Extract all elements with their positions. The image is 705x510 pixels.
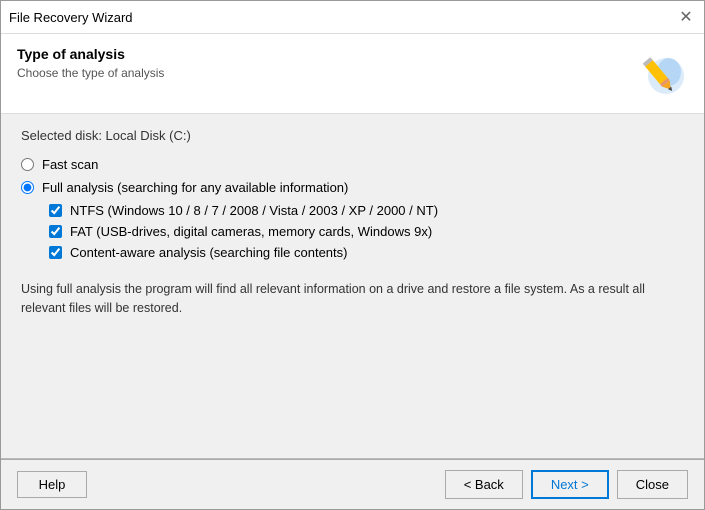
back-button[interactable]: < Back — [445, 470, 523, 499]
checkbox-content-aware[interactable]: Content-aware analysis (searching file c… — [49, 245, 684, 260]
header-title: Type of analysis — [17, 46, 628, 62]
footer-section: Help < Back Next > Close — [1, 459, 704, 509]
fat-checkbox[interactable] — [49, 225, 62, 238]
content-aware-label: Content-aware analysis (searching file c… — [70, 245, 347, 260]
content-area: Selected disk: Local Disk (C:) Fast scan… — [1, 114, 704, 458]
header-subtitle: Choose the type of analysis — [17, 66, 628, 80]
wizard-icon — [628, 46, 688, 101]
fast-scan-radio[interactable] — [21, 158, 34, 171]
full-analysis-radio[interactable] — [21, 181, 34, 194]
help-button[interactable]: Help — [17, 471, 87, 498]
window-close-button[interactable]: ✕ — [676, 7, 696, 27]
footer-right: < Back Next > Close — [445, 470, 688, 499]
description-text: Using full analysis the program will fin… — [21, 280, 684, 318]
checkboxes-block: NTFS (Windows 10 / 8 / 7 / 2008 / Vista … — [49, 203, 684, 260]
full-analysis-option[interactable]: Full analysis (searching for any availab… — [21, 180, 684, 195]
header-text-block: Type of analysis Choose the type of anal… — [17, 46, 628, 80]
full-analysis-block: Full analysis (searching for any availab… — [21, 180, 684, 260]
content-aware-checkbox[interactable] — [49, 246, 62, 259]
selected-disk-label: Selected disk: Local Disk (C:) — [21, 128, 684, 143]
close-button[interactable]: Close — [617, 470, 688, 499]
next-button[interactable]: Next > — [531, 470, 609, 499]
main-window: File Recovery Wizard ✕ Type of analysis … — [0, 0, 705, 510]
window-title: File Recovery Wizard — [9, 10, 133, 25]
ntfs-checkbox[interactable] — [49, 204, 62, 217]
checkbox-ntfs[interactable]: NTFS (Windows 10 / 8 / 7 / 2008 / Vista … — [49, 203, 684, 218]
fat-label: FAT (USB-drives, digital cameras, memory… — [70, 224, 432, 239]
header-section: Type of analysis Choose the type of anal… — [1, 34, 704, 114]
footer-left: Help — [17, 471, 87, 498]
checkbox-fat[interactable]: FAT (USB-drives, digital cameras, memory… — [49, 224, 684, 239]
full-analysis-label: Full analysis (searching for any availab… — [42, 180, 348, 195]
title-bar: File Recovery Wizard ✕ — [1, 1, 704, 34]
ntfs-label: NTFS (Windows 10 / 8 / 7 / 2008 / Vista … — [70, 203, 438, 218]
fast-scan-option[interactable]: Fast scan — [21, 157, 684, 172]
fast-scan-label: Fast scan — [42, 157, 98, 172]
